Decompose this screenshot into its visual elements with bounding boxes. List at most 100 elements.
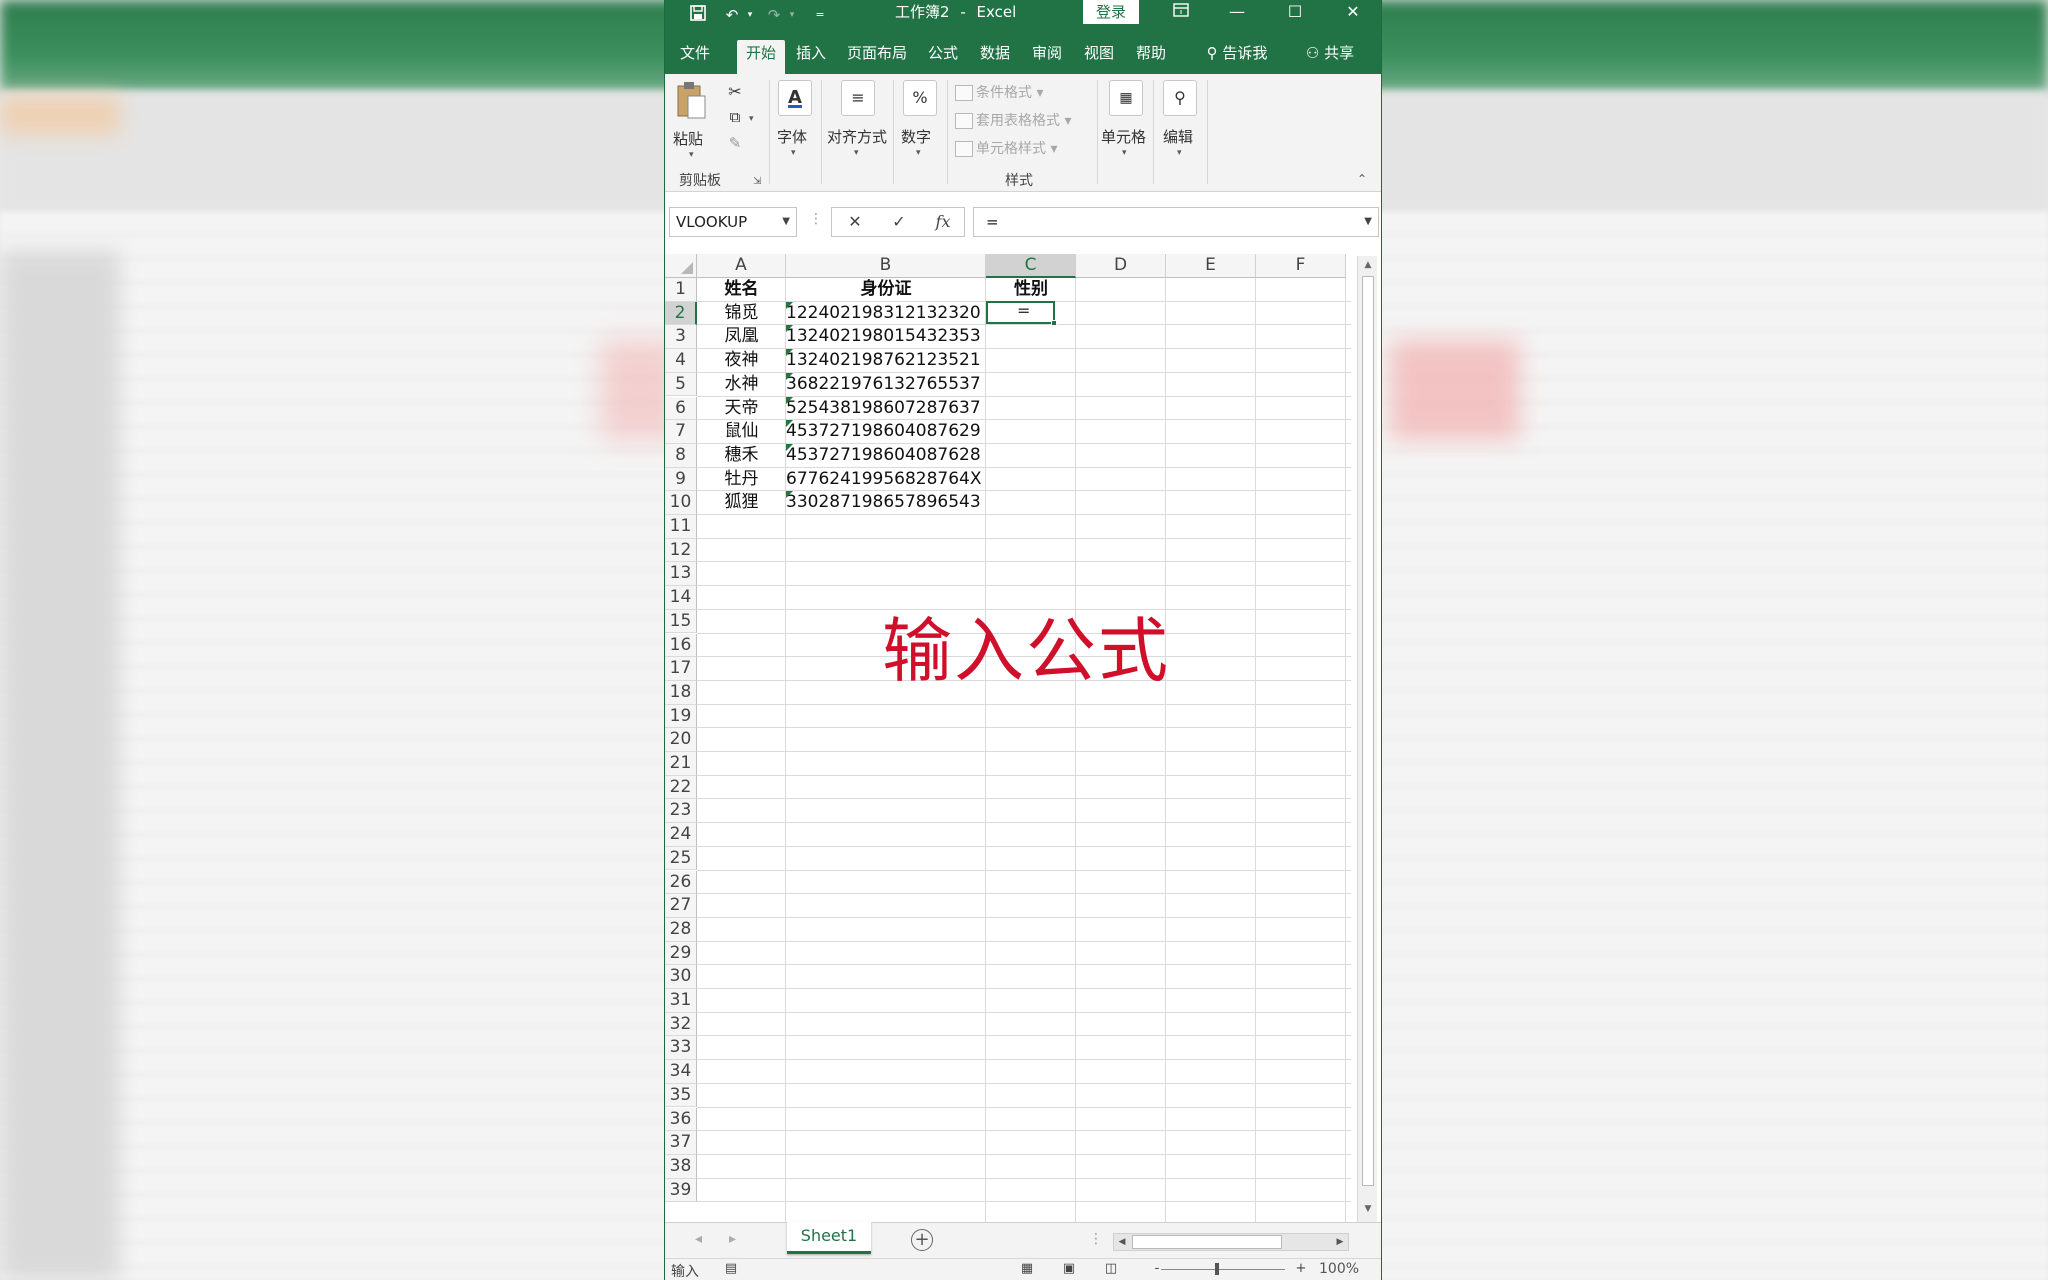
paste-dropdown-icon[interactable]: ▾ [689, 150, 694, 160]
row-header-32[interactable]: 32 [665, 1012, 697, 1037]
normal-view-icon[interactable]: ▦ [1017, 1261, 1037, 1277]
row-header-12[interactable]: 12 [665, 538, 697, 563]
zoom-in-button[interactable]: + [1291, 1261, 1311, 1277]
row-header-24[interactable]: 24 [665, 823, 697, 847]
horizontal-scroll-thumb[interactable] [1132, 1235, 1282, 1249]
scroll-right-icon[interactable]: ▶ [1332, 1234, 1348, 1250]
id-number-cell[interactable]: 368221976132765537 [786, 373, 986, 397]
name-cell[interactable]: 鼠仙 [697, 420, 786, 444]
row-header-15[interactable]: 15 [665, 609, 697, 634]
row-header-30[interactable]: 30 [665, 965, 697, 989]
header-cell-b[interactable]: 身份证 [786, 278, 986, 302]
tab-split-handle[interactable]: ⋮ [1089, 1231, 1103, 1247]
row-header-23[interactable]: 23 [665, 799, 697, 824]
row-header-33[interactable]: 33 [665, 1036, 697, 1061]
formula-input[interactable]: = ▼ [973, 207, 1379, 237]
tab-home[interactable]: 开始 [737, 40, 785, 74]
tab-data[interactable]: 数据 [975, 40, 1015, 74]
expand-formula-bar-icon[interactable]: ▼ [1364, 208, 1372, 236]
name-cell[interactable]: 锦觅 [697, 302, 786, 326]
row-header-20[interactable]: 20 [665, 728, 697, 752]
row-header-37[interactable]: 37 [665, 1131, 697, 1155]
minimize-button[interactable]: — [1217, 0, 1257, 26]
collapse-ribbon-icon[interactable]: ⌃ [1357, 172, 1367, 186]
row-header-27[interactable]: 27 [665, 894, 697, 918]
font-button[interactable]: A 字体 ▾ [773, 80, 817, 166]
row-header-14[interactable]: 14 [665, 586, 697, 610]
ribbon-display-options-icon[interactable] [1161, 0, 1201, 26]
row-header-7[interactable]: 7 [665, 420, 697, 444]
page-layout-view-icon[interactable]: ▣ [1059, 1261, 1079, 1277]
tab-page-layout[interactable]: 页面布局 [841, 40, 913, 74]
id-number-cell[interactable]: 453727198604087629 [786, 420, 986, 444]
cut-icon[interactable]: ✂ [723, 82, 747, 102]
column-header-f[interactable]: F [1256, 254, 1346, 278]
scroll-left-icon[interactable]: ◀ [1114, 1234, 1130, 1250]
row-header-25[interactable]: 25 [665, 846, 697, 871]
customize-qat-icon[interactable]: = [809, 4, 831, 26]
row-header-17[interactable]: 17 [665, 657, 697, 681]
zoom-slider[interactable] [1161, 1269, 1285, 1270]
row-header-31[interactable]: 31 [665, 989, 697, 1013]
row-header-13[interactable]: 13 [665, 562, 697, 587]
share-button[interactable]: ⚇ 共享 [1295, 40, 1365, 74]
alignment-button[interactable]: ≡ 对齐方式 ▾ [825, 80, 891, 166]
id-number-cell[interactable]: 132402198015432353 [786, 325, 986, 349]
worksheet-grid[interactable]: ABCDEF 1 2 3 4 5 6 7 8 9 10 11 12 13 14 15 16 17 18 19 20 21… [665, 252, 1381, 1222]
scroll-up-icon[interactable]: ▲ [1361, 258, 1375, 272]
format-as-table-button[interactable]: 套用表格格式 ▾ [955, 110, 1071, 130]
redo-dropdown-icon[interactable]: ▾ [781, 4, 803, 26]
row-header-36[interactable]: 36 [665, 1107, 697, 1132]
id-number-cell[interactable]: 525438198607287637 [786, 397, 986, 421]
formula-bar-resize-handle[interactable]: ⋮ [809, 211, 823, 227]
row-header-8[interactable]: 8 [665, 443, 697, 468]
copy-dropdown-icon[interactable]: ▾ [749, 114, 754, 124]
column-header-b[interactable]: B [786, 254, 986, 278]
vertical-scrollbar[interactable]: ▲ ▼ [1357, 256, 1377, 1222]
maximize-button[interactable]: ☐ [1275, 0, 1315, 26]
row-header-19[interactable]: 19 [665, 704, 697, 729]
row-header-2[interactable]: 2 [665, 301, 697, 326]
name-cell[interactable]: 夜神 [697, 349, 786, 373]
login-button[interactable]: 登录 [1083, 0, 1139, 24]
column-header-a[interactable]: A [697, 254, 786, 278]
row-header-34[interactable]: 34 [665, 1060, 697, 1084]
row-header-22[interactable]: 22 [665, 775, 697, 800]
row-header-39[interactable]: 39 [665, 1178, 697, 1203]
row-header-18[interactable]: 18 [665, 680, 697, 705]
name-box[interactable]: VLOOKUP ▼ [669, 207, 797, 237]
sheet-tab-sheet1[interactable]: Sheet1 [787, 1222, 871, 1254]
row-header-5[interactable]: 5 [665, 372, 697, 397]
id-number-cell[interactable]: 330287198657896543 [786, 491, 986, 515]
row-header-6[interactable]: 6 [665, 396, 697, 421]
scroll-down-icon[interactable]: ▼ [1361, 1202, 1375, 1216]
row-header-35[interactable]: 35 [665, 1083, 697, 1108]
tab-insert[interactable]: 插入 [791, 40, 831, 74]
row-header-26[interactable]: 26 [665, 870, 697, 895]
paste-button[interactable]: 粘贴 ▾ [671, 80, 711, 160]
next-sheet-icon[interactable]: ▸ [729, 1231, 736, 1247]
id-number-cell[interactable]: 122402198312132320 [786, 302, 986, 326]
header-cell-c[interactable]: 性别 [986, 278, 1076, 302]
name-cell[interactable]: 凤凰 [697, 325, 786, 349]
column-header-c[interactable]: C [986, 254, 1076, 278]
prev-sheet-icon[interactable]: ◂ [695, 1231, 702, 1247]
row-header-21[interactable]: 21 [665, 752, 697, 776]
row-header-4[interactable]: 4 [665, 349, 697, 373]
column-header-e[interactable]: E [1166, 254, 1256, 278]
name-cell[interactable]: 水神 [697, 373, 786, 397]
tab-file[interactable]: 文件 [675, 40, 715, 74]
insert-function-icon[interactable]: fx [928, 210, 958, 234]
id-number-cell[interactable]: 67762419956828764X [786, 468, 986, 492]
add-sheet-button[interactable]: + [911, 1229, 933, 1251]
select-all-button[interactable] [665, 254, 697, 278]
fill-handle[interactable] [1051, 320, 1057, 326]
column-header-d[interactable]: D [1076, 254, 1166, 278]
undo-dropdown-icon[interactable]: ▾ [739, 4, 761, 26]
row-header-28[interactable]: 28 [665, 917, 697, 942]
number-button[interactable]: % 数字 ▾ [897, 80, 943, 166]
tab-view[interactable]: 视图 [1079, 40, 1119, 74]
vertical-scroll-thumb[interactable] [1362, 276, 1374, 1186]
tab-help[interactable]: 帮助 [1131, 40, 1171, 74]
name-cell[interactable]: 穗禾 [697, 444, 786, 468]
